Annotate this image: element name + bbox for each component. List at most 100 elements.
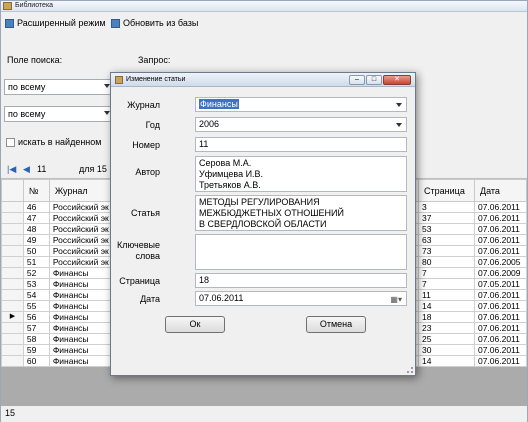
journal-combo[interactable]: Финансы xyxy=(195,97,407,112)
table-cell[interactable]: 50 xyxy=(22,245,50,257)
query-label: Запрос: xyxy=(138,55,171,65)
row-header[interactable] xyxy=(1,289,24,301)
table-cell[interactable]: 07.06.2011 xyxy=(473,212,527,224)
close-icon[interactable]: ✕ xyxy=(383,75,411,85)
table-cell[interactable]: 56 xyxy=(22,311,50,323)
journal-label: Журнал xyxy=(127,100,160,110)
table-cell[interactable]: 07.06.2011 xyxy=(473,355,527,367)
table-cell[interactable]: 47 xyxy=(22,212,50,224)
table-cell[interactable]: 07.06.2011 xyxy=(473,344,527,356)
table-cell[interactable]: 11 xyxy=(418,289,475,301)
table-cell[interactable]: 07.06.2011 xyxy=(473,201,527,213)
col-header-page[interactable]: Страница xyxy=(418,179,475,202)
article-field[interactable]: МЕТОДЫ РЕГУЛИРОВАНИЯ МЕЖБЮДЖЕТНЫХ ОТНОШЕ… xyxy=(195,195,407,231)
date-picker[interactable]: 07.06.2011 ▦▾ xyxy=(195,291,407,306)
row-header[interactable]: ▶ xyxy=(1,311,24,323)
row-header[interactable] xyxy=(1,201,24,213)
table-cell[interactable]: 55 xyxy=(22,300,50,312)
search-field-combo[interactable]: по всему xyxy=(4,79,114,95)
status-bar: 15 xyxy=(1,406,527,422)
dialog-title-bar: Изменение статьи – □ ✕ xyxy=(111,73,415,87)
chevron-down-icon xyxy=(396,103,402,107)
table-cell[interactable]: 59 xyxy=(22,344,50,356)
table-cell[interactable]: 25 xyxy=(418,333,475,345)
table-cell[interactable]: 51 xyxy=(22,256,50,268)
table-cell[interactable]: 07.06.2011 xyxy=(473,223,527,235)
cancel-button[interactable]: Отмена xyxy=(306,316,366,333)
table-cell[interactable]: 7 xyxy=(418,278,475,290)
calendar-icon[interactable]: ▦▾ xyxy=(390,294,402,305)
row-header[interactable] xyxy=(1,267,24,279)
table-cell[interactable]: 54 xyxy=(22,289,50,301)
row-header[interactable] xyxy=(1,245,24,257)
table-cell[interactable]: 07.06.2011 xyxy=(473,234,527,246)
maximize-icon[interactable]: □ xyxy=(366,75,382,85)
advanced-mode-button[interactable]: Расширенный режим xyxy=(5,16,106,30)
first-record-icon[interactable]: |◀ xyxy=(7,164,16,175)
table-cell[interactable]: 52 xyxy=(22,267,50,279)
table-cell[interactable]: 53 xyxy=(418,223,475,235)
main-title-bar: Библиотека xyxy=(1,1,527,12)
previous-record-icon[interactable]: ◀ xyxy=(23,164,30,175)
table-cell[interactable]: 63 xyxy=(418,234,475,246)
table-cell[interactable]: 80 xyxy=(418,256,475,268)
table-cell[interactable]: 14 xyxy=(418,355,475,367)
row-header-corner xyxy=(1,179,24,202)
year-combo[interactable]: 2006 xyxy=(195,117,407,132)
table-cell[interactable]: 07.06.2009 xyxy=(473,267,527,279)
table-cell[interactable]: 37 xyxy=(418,212,475,224)
row-header[interactable] xyxy=(1,278,24,290)
record-position[interactable]: 11 xyxy=(37,164,46,174)
date-label: Дата xyxy=(140,294,160,304)
search-field-combo-2[interactable]: по всему xyxy=(4,106,114,122)
table-cell[interactable]: 07.06.2011 xyxy=(473,311,527,323)
col-header-number[interactable]: № xyxy=(22,179,50,202)
table-cell[interactable]: 73 xyxy=(418,245,475,257)
refresh-button[interactable]: Обновить из базы xyxy=(111,16,198,30)
row-header[interactable] xyxy=(1,322,24,334)
page-field[interactable]: 18 xyxy=(195,273,407,288)
page-label: Страница xyxy=(119,276,160,286)
row-header[interactable] xyxy=(1,212,24,224)
table-cell[interactable]: 23 xyxy=(418,322,475,334)
minimize-icon[interactable]: – xyxy=(349,75,365,85)
ok-button[interactable]: Ок xyxy=(165,316,225,333)
table-cell[interactable]: 07.06.2011 xyxy=(473,333,527,345)
row-header[interactable] xyxy=(1,344,24,356)
window-title: Библиотека xyxy=(15,2,54,9)
table-cell[interactable]: 07.06.2011 xyxy=(473,300,527,312)
table-cell[interactable]: 07.06.2011 xyxy=(473,245,527,257)
table-cell[interactable]: 58 xyxy=(22,333,50,345)
year-label: Год xyxy=(145,120,160,130)
table-cell[interactable]: 57 xyxy=(22,322,50,334)
table-cell[interactable]: 49 xyxy=(22,234,50,246)
table-cell[interactable]: 3 xyxy=(418,201,475,213)
table-cell[interactable]: 18 xyxy=(418,311,475,323)
table-cell[interactable]: 07.06.2011 xyxy=(473,289,527,301)
table-cell[interactable]: 46 xyxy=(22,201,50,213)
table-cell[interactable]: 60 xyxy=(22,355,50,367)
table-cell[interactable]: 30 xyxy=(418,344,475,356)
search-field-label: Поле поиска: xyxy=(7,55,63,65)
table-cell[interactable]: 48 xyxy=(22,223,50,235)
table-cell[interactable]: 07.06.2005 xyxy=(473,256,527,268)
table-cell[interactable]: 7 xyxy=(418,267,475,279)
table-cell[interactable]: 07.06.2011 xyxy=(473,322,527,334)
search-in-found-checkbox[interactable] xyxy=(6,138,15,147)
keywords-field[interactable] xyxy=(195,234,407,270)
row-header[interactable] xyxy=(1,355,24,367)
article-label: Статья xyxy=(130,208,160,218)
row-header[interactable] xyxy=(1,333,24,345)
table-cell[interactable]: 53 xyxy=(22,278,50,290)
col-header-date[interactable]: Дата xyxy=(473,179,527,202)
row-header[interactable] xyxy=(1,234,24,246)
row-header[interactable] xyxy=(1,256,24,268)
row-header[interactable] xyxy=(1,300,24,312)
table-cell[interactable]: 14 xyxy=(418,300,475,312)
row-header[interactable] xyxy=(1,223,24,235)
number-field[interactable]: 11 xyxy=(195,137,407,152)
table-cell[interactable]: 07.05.2011 xyxy=(473,278,527,290)
app-icon xyxy=(3,2,12,10)
resize-grip-icon[interactable] xyxy=(407,367,413,373)
author-field[interactable]: Серова М.А. Уфимцева И.В. Третьяков А.В. xyxy=(195,156,407,192)
